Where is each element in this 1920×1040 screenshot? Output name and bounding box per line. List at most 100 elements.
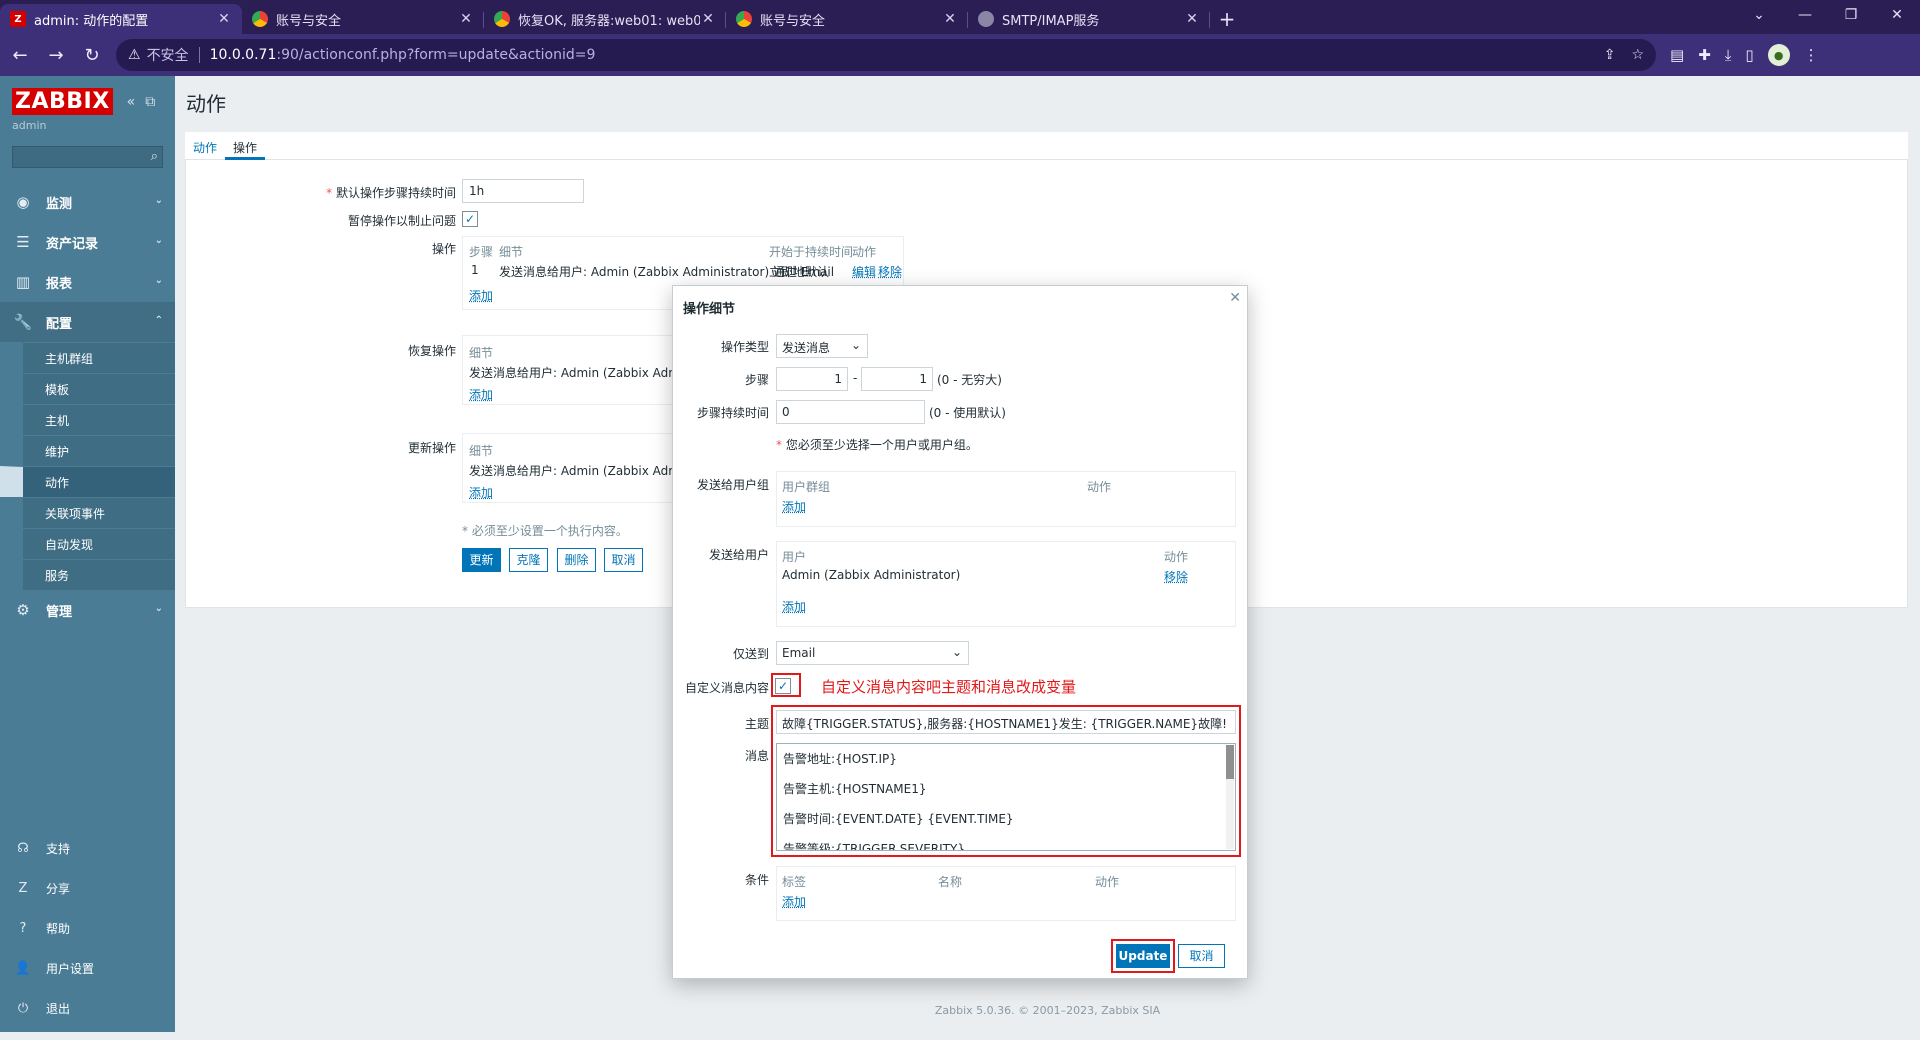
download-icon[interactable]: ⤓ <box>1725 46 1732 64</box>
submenu-event-correlation[interactable]: 关联项事件 <box>0 497 175 528</box>
dialog-title: 操作细节 <box>683 302 736 317</box>
zabbix-icon: Z <box>10 11 26 27</box>
op-start: 立即地 <box>769 265 806 279</box>
star-icon[interactable]: ☆ <box>1631 47 1644 63</box>
user-icon: 👤 <box>14 960 32 976</box>
close-icon[interactable]: ✕ <box>700 11 716 27</box>
column-header: 持续时间 <box>805 245 854 259</box>
operation-type-select[interactable]: 发送消息 ⌄ <box>776 334 868 358</box>
column-header: 名称 <box>938 875 963 889</box>
page-footer: Zabbix 5.0.36. © 2001–2023, Zabbix SIA <box>934 1004 1161 1017</box>
add-operation-link[interactable]: 添加 <box>469 287 493 304</box>
default-step-duration-input[interactable]: 1h <box>462 179 584 203</box>
send-only-select[interactable]: Email ⌄ <box>776 641 969 665</box>
close-icon[interactable]: ✕ <box>942 11 958 27</box>
menu-inventory[interactable]: ☰ 资产记录 ⌄ <box>0 222 175 262</box>
submenu-discovery[interactable]: 自动发现 <box>0 528 175 559</box>
close-icon[interactable]: ✕ <box>216 11 232 27</box>
sidebar: ZABBIX « ⧉ admin ⌕ ◉ 监测 ⌄ ☰ 资产记录 ⌄ ▥ 报表 … <box>0 76 175 1032</box>
support-link[interactable]: ☊ 支持 <box>0 828 175 868</box>
tab-title: 账号与安全 <box>276 13 342 29</box>
back-button[interactable]: ← <box>4 39 36 71</box>
submenu-actions[interactable]: 动作 <box>0 466 175 497</box>
add-update-link[interactable]: 添加 <box>469 484 493 501</box>
submenu-hosts[interactable]: 主机 <box>0 404 175 435</box>
menu-label: 配置 <box>46 316 73 332</box>
cancel-button[interactable]: 取消 <box>604 548 643 572</box>
add-recovery-link[interactable]: 添加 <box>469 386 493 403</box>
close-window-button[interactable]: ✕ <box>1874 0 1920 30</box>
step-duration-hint: (0 - 使用默认) <box>929 406 1006 420</box>
menu-administration[interactable]: ⚙ 管理 ⌄ <box>0 590 175 630</box>
user-settings-link[interactable]: 👤 用户设置 <box>0 948 175 988</box>
signout-link[interactable]: ⏻ 退出 <box>0 988 175 1028</box>
search-input[interactable]: ⌕ <box>12 146 163 168</box>
puzzle-icon[interactable]: ✚ <box>1698 46 1711 64</box>
menu-label: 监测 <box>46 196 73 212</box>
remove-link[interactable]: 移除 <box>878 263 902 280</box>
update-button[interactable]: 更新 <box>462 548 501 572</box>
field-label: 仅送到 <box>732 647 769 661</box>
browser-tab[interactable]: SMTP/IMAP服务 ✕ <box>968 4 1210 34</box>
list-icon: ☰ <box>16 233 30 251</box>
select-value: Email <box>782 646 816 660</box>
menu-reports[interactable]: ▥ 报表 ⌄ <box>0 262 175 302</box>
submenu-services[interactable]: 服务 <box>0 559 175 590</box>
browser-tab[interactable]: 恢复OK, 服务器:web01: web01- ✕ <box>484 4 726 34</box>
delete-button[interactable]: 删除 <box>557 548 596 572</box>
search-icon[interactable]: ⌕ <box>151 149 158 164</box>
extension-icon[interactable]: ▤ <box>1670 46 1684 64</box>
avatar[interactable]: ● <box>1767 44 1790 66</box>
steps-hint: (0 - 无穷大) <box>937 373 1002 387</box>
pause-checkbox[interactable]: ✓ <box>462 211 478 227</box>
chevron-down-icon[interactable]: ⌄ <box>1736 0 1782 30</box>
user-required-note: * 您必须至少选择一个用户或用户组。 <box>776 438 978 452</box>
zabbix-logo[interactable]: ZABBIX <box>12 88 113 115</box>
op-step: 1 <box>471 263 479 277</box>
url-field[interactable]: ⚠ 不安全 10.0.0.71 :90/actionconf.php?form=… <box>116 39 1656 71</box>
sidepanel-icon[interactable]: ▯ <box>1745 46 1753 64</box>
add-user-group-link[interactable]: 添加 <box>782 498 806 515</box>
submenu-maintenance[interactable]: 维护 <box>0 435 175 466</box>
help-link[interactable]: ? 帮助 <box>0 908 175 948</box>
address-bar: ← → ↻ ⚠ 不安全 10.0.0.71 :90/actionconf.php… <box>0 34 1920 76</box>
field-label: 步骤持续时间 <box>696 406 769 420</box>
share-icon[interactable]: ⇪ <box>1604 47 1616 63</box>
share-link[interactable]: Z 分享 <box>0 868 175 908</box>
close-icon[interactable]: ✕ <box>1184 11 1200 27</box>
add-condition-link[interactable]: 添加 <box>782 893 806 910</box>
dialog-cancel-button[interactable]: 取消 <box>1178 944 1225 968</box>
add-user-link[interactable]: 添加 <box>782 598 806 615</box>
menu-configuration[interactable]: 🔧 配置 ⌃ <box>0 302 175 342</box>
edit-link[interactable]: 编辑 <box>852 263 876 280</box>
remove-user-link[interactable]: 移除 <box>1164 568 1188 585</box>
step-to-input[interactable]: 1 <box>861 367 933 391</box>
browser-tab[interactable]: 账号与安全 ✕ <box>726 4 968 34</box>
minimize-button[interactable]: — <box>1782 0 1828 30</box>
restore-button[interactable]: ❐ <box>1828 0 1874 30</box>
menu-monitoring[interactable]: ◉ 监测 ⌄ <box>0 182 175 222</box>
field-label: 暂停操作以制止问题 <box>347 214 456 228</box>
browser-tab[interactable]: 账号与安全 ✕ <box>242 4 484 34</box>
annotation-highlight <box>1111 939 1175 973</box>
column-header: 动作 <box>1095 875 1120 889</box>
submenu-host-groups[interactable]: 主机群组 <box>0 342 175 373</box>
reload-button[interactable]: ↻ <box>76 39 108 71</box>
tab-operations[interactable]: 操作 <box>225 132 266 160</box>
clone-button[interactable]: 克隆 <box>509 548 548 572</box>
step-duration-input[interactable]: 0 <box>776 400 925 424</box>
submenu-templates[interactable]: 模板 <box>0 373 175 404</box>
menu-icon[interactable]: ⋮ <box>1804 46 1819 64</box>
browser-tab[interactable]: Z admin: 动作的配置 ✕ <box>0 4 242 34</box>
op-duration: 默认 <box>805 265 830 279</box>
forward-button[interactable]: → <box>40 39 72 71</box>
step-from-input[interactable]: 1 <box>776 367 848 391</box>
collapse-icon[interactable]: « <box>127 94 136 110</box>
kiosk-icon[interactable]: ⧉ <box>145 94 155 110</box>
close-icon[interactable]: ✕ <box>458 11 474 27</box>
tab-action[interactable]: 动作 <box>185 132 225 160</box>
new-tab-button[interactable]: + <box>1210 4 1244 34</box>
close-icon[interactable]: ✕ <box>1229 290 1241 306</box>
column-header: 动作 <box>1087 480 1112 494</box>
power-icon: ⏻ <box>17 1000 29 1016</box>
